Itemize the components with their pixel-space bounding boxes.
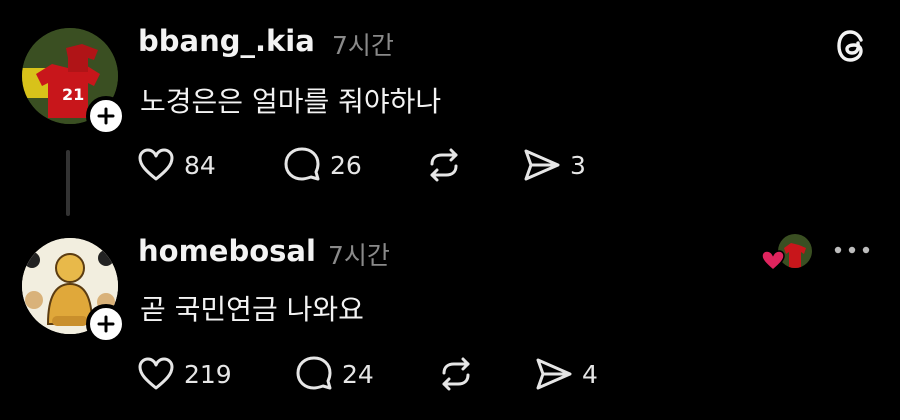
reply-count: 26 — [330, 150, 362, 180]
thread-line — [66, 150, 70, 216]
follow-button[interactable] — [86, 304, 126, 344]
reply-button[interactable]: 24 — [294, 354, 374, 394]
reply-count: 24 — [342, 359, 374, 389]
threads-logo-icon[interactable] — [832, 26, 872, 66]
svg-text:21: 21 — [62, 85, 84, 104]
repost-icon — [442, 357, 470, 391]
comment-icon — [284, 147, 320, 181]
plus-icon — [97, 107, 115, 125]
username[interactable]: bbang_.kia — [138, 24, 315, 58]
plus-icon — [97, 315, 115, 333]
like-button[interactable]: 84 — [136, 145, 216, 185]
post-time: 7시간 — [332, 31, 394, 60]
liked-by-author-badge — [760, 234, 816, 274]
repost-icon — [430, 148, 458, 182]
repost-button[interactable] — [424, 145, 464, 185]
send-icon — [524, 149, 560, 181]
comment-icon — [296, 356, 332, 390]
post-text: 노경은은 얼마를 줘야하나 — [140, 85, 442, 118]
heart-icon — [138, 357, 174, 390]
like-count: 84 — [184, 150, 216, 180]
post-time: 7시간 — [328, 241, 390, 270]
post-text: 곧 국민연금 나와요 — [140, 293, 364, 326]
heart-icon — [138, 148, 174, 181]
share-button[interactable]: 3 — [522, 145, 586, 185]
heart-filled-icon — [761, 250, 785, 271]
username[interactable]: homebosal — [138, 234, 316, 268]
like-button[interactable]: 219 — [136, 354, 232, 394]
reply-button[interactable]: 26 — [282, 145, 362, 185]
share-count: 3 — [570, 150, 586, 180]
more-options-icon[interactable] — [832, 240, 872, 260]
share-count: 4 — [582, 359, 598, 389]
repost-button[interactable] — [436, 354, 476, 394]
follow-button[interactable] — [86, 96, 126, 136]
send-icon — [536, 358, 572, 390]
share-button[interactable]: 4 — [534, 354, 598, 394]
like-count: 219 — [184, 359, 232, 389]
